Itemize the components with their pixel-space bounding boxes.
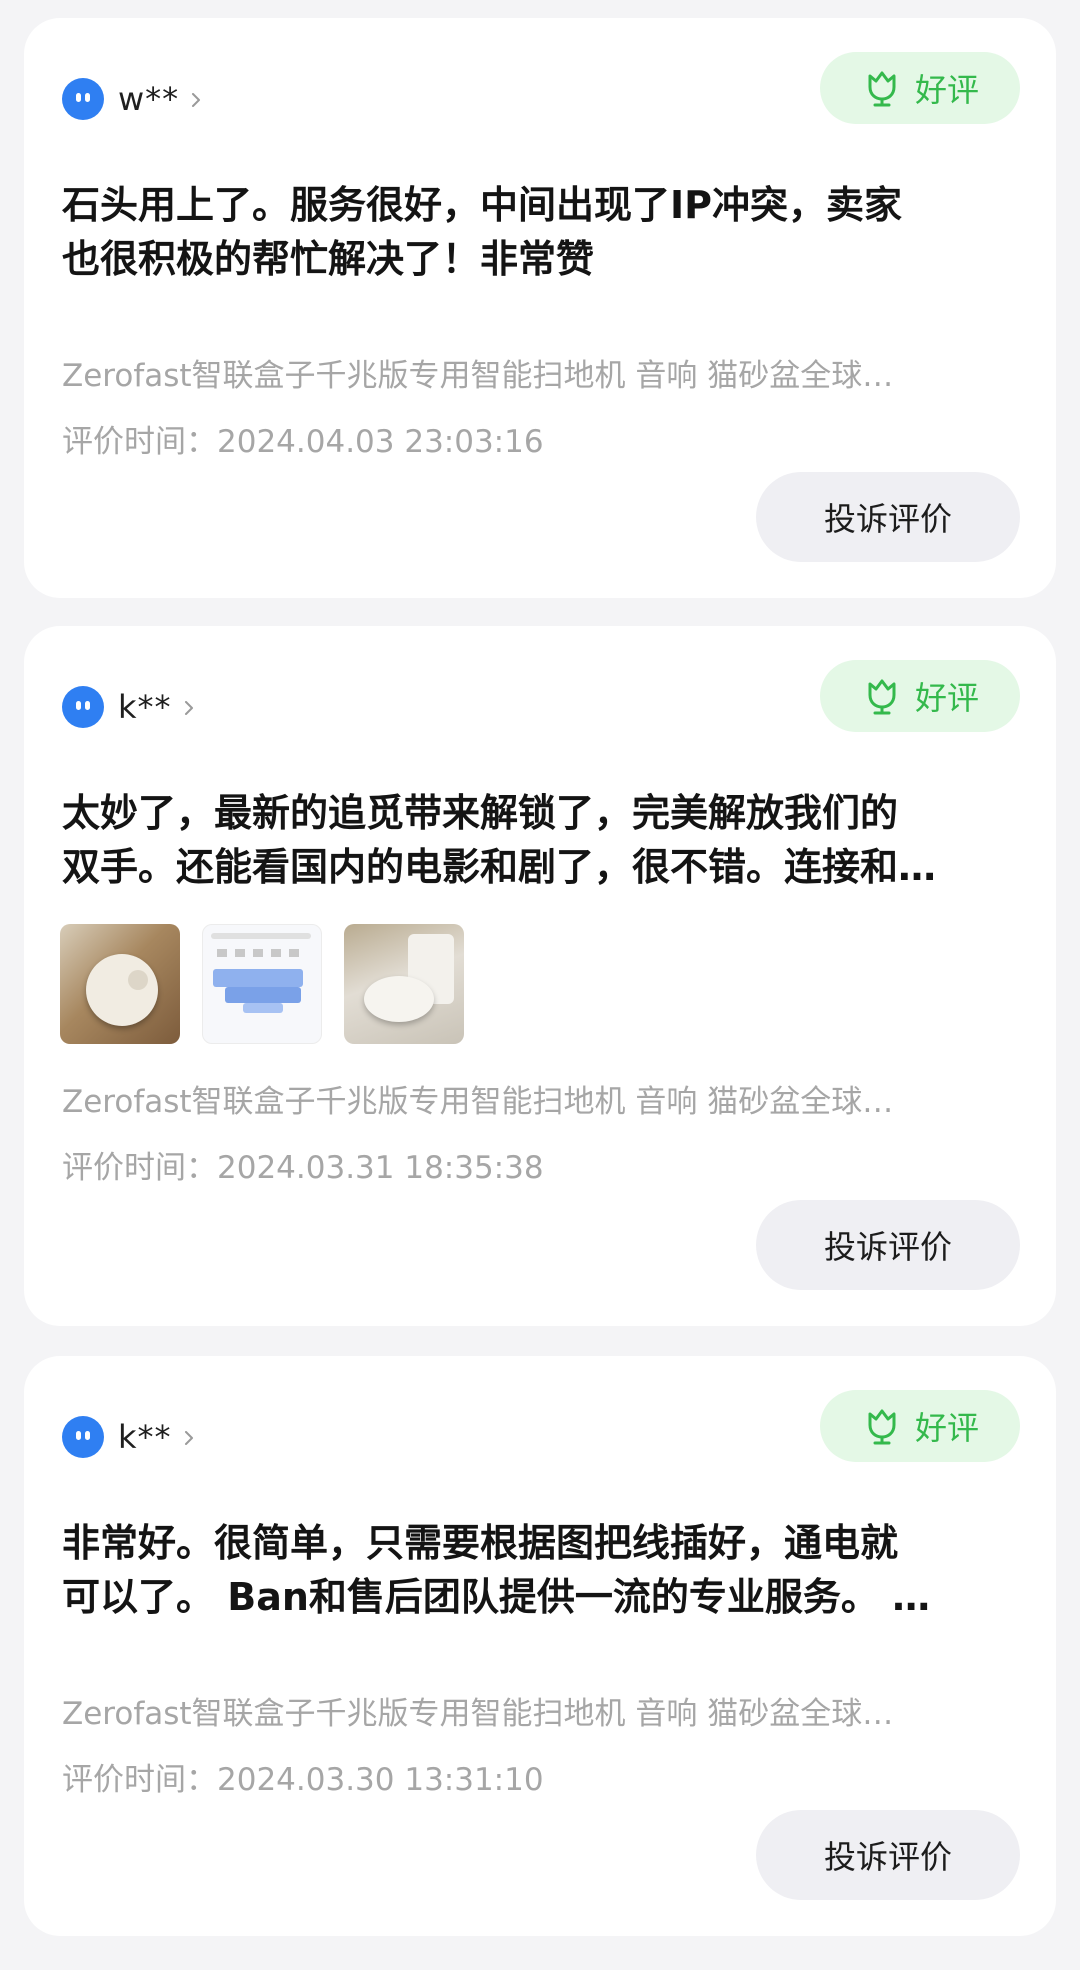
tulip-icon bbox=[868, 71, 896, 107]
complain-review-button[interactable]: 投诉评价 bbox=[756, 1200, 1020, 1290]
review-text[interactable]: 太妙了，最新的追觅带来解锁了，完美解放我们的 双手。还能看国内的电影和剧了，很不… bbox=[62, 786, 1020, 894]
positive-review-badge: 好评 bbox=[820, 52, 1020, 124]
badge-label: 好评 bbox=[914, 71, 979, 109]
username: k** bbox=[118, 1418, 172, 1456]
review-photo-robot-vacuum[interactable] bbox=[60, 924, 180, 1044]
chevron-right-icon bbox=[184, 1431, 193, 1445]
product-name-link[interactable]: Zerofast智联盒子千兆版专用智能扫地机 音响 猫砂盆全球… bbox=[62, 1688, 1020, 1733]
product-name-link[interactable]: Zerofast智联盒子千兆版专用智能扫地机 音响 猫砂盆全球… bbox=[62, 350, 1020, 395]
badge-label: 好评 bbox=[914, 1409, 979, 1447]
review-time: 评价时间：2024.03.30 13:31:10 bbox=[62, 1762, 544, 1798]
complain-review-button[interactable]: 投诉评价 bbox=[756, 472, 1020, 562]
tulip-icon bbox=[868, 679, 896, 715]
review-text[interactable]: 非常好。很简单，只需要根据图把线插好，通电就 可以了。 Ban和售后团队提供一流… bbox=[62, 1516, 1020, 1624]
avatar bbox=[62, 78, 104, 120]
chevron-right-icon bbox=[192, 93, 201, 107]
review-photos bbox=[60, 924, 464, 1044]
review-time: 评价时间：2024.04.03 23:03:16 bbox=[62, 424, 544, 460]
complain-review-button[interactable]: 投诉评价 bbox=[756, 1810, 1020, 1900]
review-text-line: 石头用上了。服务很好，中间出现了IP冲突，卖家 bbox=[62, 183, 902, 227]
review-photo-app-map[interactable] bbox=[202, 924, 322, 1044]
avatar bbox=[62, 686, 104, 728]
user-profile-link[interactable]: w** bbox=[62, 74, 203, 124]
review-text-line: 可以了。 Ban和售后团队提供一流的专业服务。 … bbox=[62, 1575, 931, 1619]
username: k** bbox=[118, 688, 172, 726]
badge-label: 好评 bbox=[914, 679, 979, 717]
avatar bbox=[62, 1416, 104, 1458]
review-text[interactable]: 石头用上了。服务很好，中间出现了IP冲突，卖家 也很积极的帮忙解决了！非常赞 bbox=[62, 178, 1020, 286]
review-card: k** 好评 非常好。很简单，只需要根据图把线插好，通电就 可以了。 Ban和售… bbox=[24, 1356, 1056, 1936]
review-time: 评价时间：2024.03.31 18:35:38 bbox=[62, 1150, 544, 1186]
positive-review-badge: 好评 bbox=[820, 1390, 1020, 1462]
username: w** bbox=[118, 80, 180, 118]
review-text-line: 双手。还能看国内的电影和剧了，很不错。连接和… bbox=[62, 845, 937, 889]
chevron-right-icon bbox=[184, 701, 193, 715]
review-card: k** 好评 太妙了，最新的追觅带来解锁了，完美解放我们的 双手。还能看国内的电… bbox=[24, 626, 1056, 1326]
user-profile-link[interactable]: k** bbox=[62, 1412, 196, 1462]
review-feed: w** 好评 石头用上了。服务很好，中间出现了IP冲突，卖家 也很积极的帮忙解决… bbox=[0, 0, 1080, 1970]
review-text-line: 非常好。很简单，只需要根据图把线插好，通电就 bbox=[62, 1521, 899, 1565]
review-photo-robot-dock[interactable] bbox=[344, 924, 464, 1044]
user-profile-link[interactable]: k** bbox=[62, 682, 196, 732]
review-card: w** 好评 石头用上了。服务很好，中间出现了IP冲突，卖家 也很积极的帮忙解决… bbox=[24, 18, 1056, 598]
tulip-icon bbox=[868, 1409, 896, 1445]
review-text-line: 太妙了，最新的追觅带来解锁了，完美解放我们的 bbox=[62, 791, 899, 835]
review-text-line: 也很积极的帮忙解决了！非常赞 bbox=[62, 237, 595, 281]
positive-review-badge: 好评 bbox=[820, 660, 1020, 732]
product-name-link[interactable]: Zerofast智联盒子千兆版专用智能扫地机 音响 猫砂盆全球… bbox=[62, 1076, 1020, 1121]
